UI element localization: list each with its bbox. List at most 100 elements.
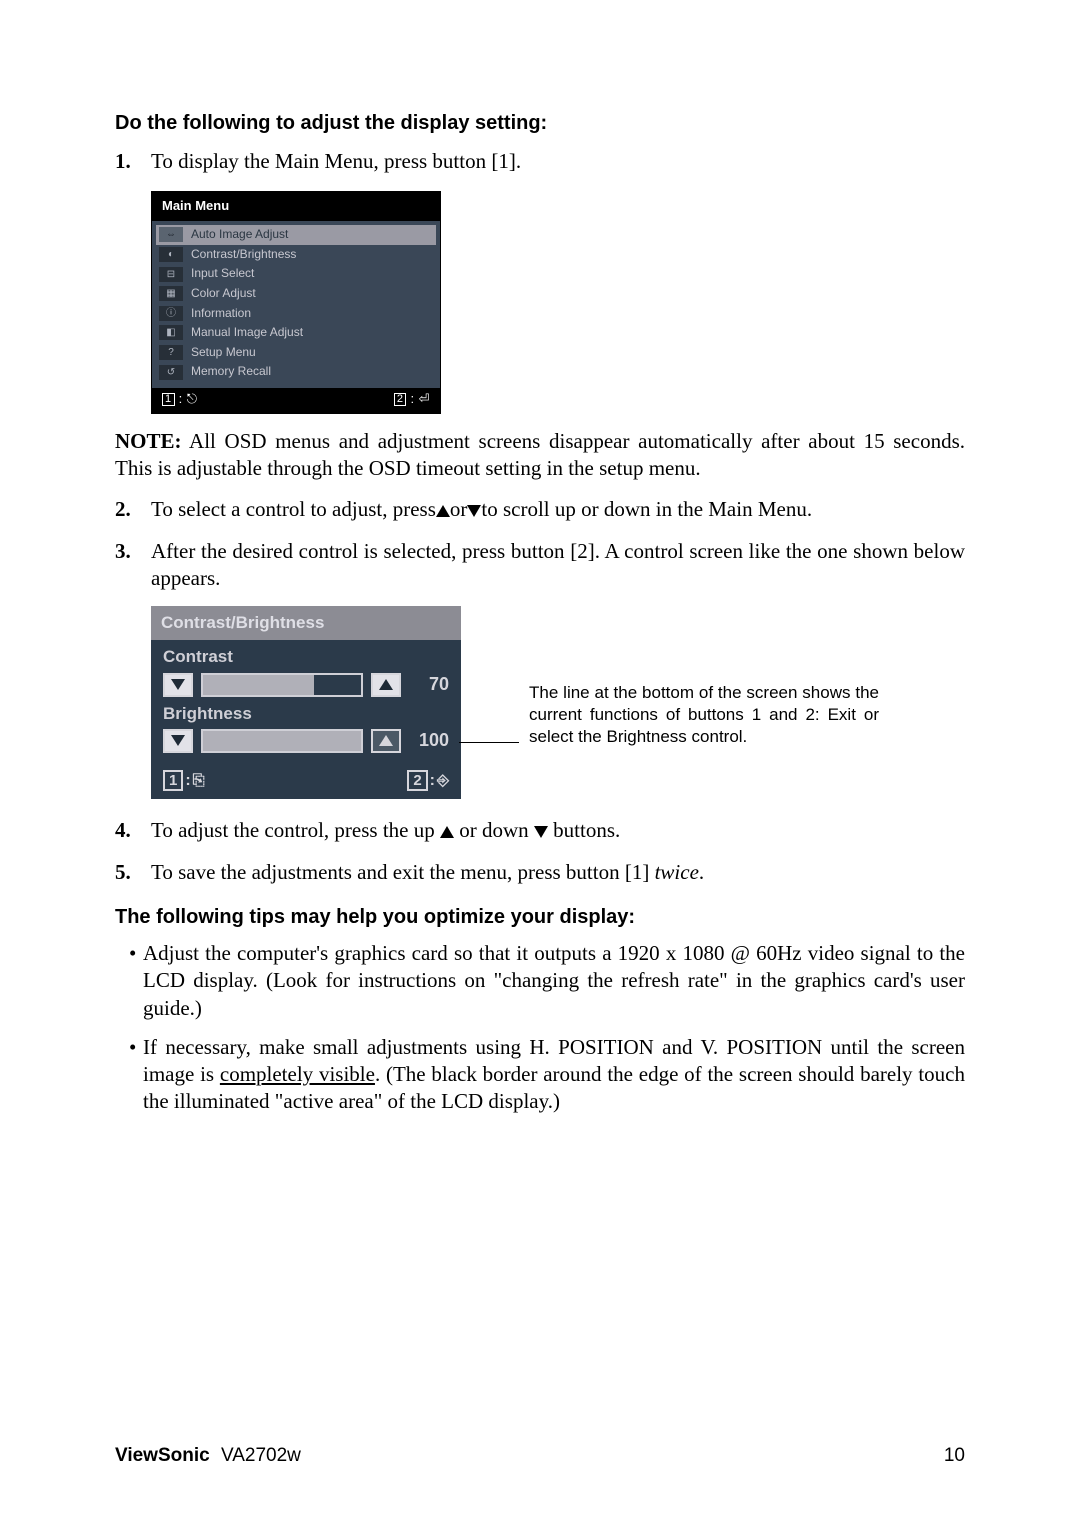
main-menu-title: Main Menu bbox=[152, 192, 440, 221]
step-1-text: To display the Main Menu, press button [… bbox=[151, 148, 965, 175]
page-footer: ViewSonic VA2702w 10 bbox=[115, 1445, 965, 1467]
info-icon: ⓘ bbox=[159, 306, 183, 321]
step-2-mid: or bbox=[450, 497, 468, 521]
bullet-icon: • bbox=[115, 1034, 143, 1116]
step-4-mid: or down bbox=[454, 818, 534, 842]
contrast-icon: ◐ bbox=[159, 247, 183, 262]
step-4-post: buttons. bbox=[548, 818, 620, 842]
footer-key-1: 1: ⎋ bbox=[162, 391, 198, 408]
step-5: 5. To save the adjustments and exit the … bbox=[115, 859, 965, 886]
input-icon: ⊟ bbox=[159, 267, 183, 282]
footer-brand: ViewSonic bbox=[115, 1445, 210, 1466]
step-5-pre: To save the adjustments and exit the men… bbox=[151, 860, 655, 884]
menu-item-label: Manual Image Adjust bbox=[191, 325, 303, 341]
brightness-up-button bbox=[371, 729, 401, 753]
cb-footer-num-1: 1 bbox=[163, 770, 183, 791]
step-2-num: 2. bbox=[115, 496, 151, 523]
contrast-brightness-figure: Contrast/Brightness Contrast 70 Brightne… bbox=[151, 606, 965, 799]
step-3-text: After the desired control is selected, p… bbox=[151, 538, 965, 593]
note-label: NOTE: bbox=[115, 429, 182, 453]
callout-text: The line at the bottom of the screen sho… bbox=[529, 682, 879, 748]
tip-2: • If necessary, make small adjustments u… bbox=[115, 1034, 965, 1116]
step-5-num: 5. bbox=[115, 859, 151, 886]
step-5-post: . bbox=[699, 860, 704, 884]
step-2-text: To select a control to adjust, press orto… bbox=[151, 496, 965, 523]
contrast-bar bbox=[201, 673, 363, 697]
menu-item-label: Information bbox=[191, 306, 251, 322]
brightness-bar bbox=[201, 729, 363, 753]
exit-icon: ⎋ bbox=[187, 391, 198, 408]
down-arrow-icon bbox=[467, 505, 481, 517]
cb-footer-2: 2:⎆ bbox=[407, 771, 449, 792]
contrast-up-button bbox=[371, 673, 401, 697]
cb-title: Contrast/Brightness bbox=[151, 606, 461, 640]
menu-item-label: Auto Image Adjust bbox=[191, 227, 288, 243]
step-1-num: 1. bbox=[115, 148, 151, 175]
step-2: 2. To select a control to adjust, press o… bbox=[115, 496, 965, 523]
contrast-label: Contrast bbox=[163, 646, 449, 668]
page-number: 10 bbox=[944, 1445, 965, 1467]
tip-1: • Adjust the computer's graphics card so… bbox=[115, 940, 965, 1022]
footer-model: VA2702w bbox=[221, 1445, 301, 1466]
heading-tips: The following tips may help you optimize… bbox=[115, 904, 965, 930]
step-5-italic: twice bbox=[655, 860, 699, 884]
bullet-icon: • bbox=[115, 940, 143, 1022]
menu-item-label: Memory Recall bbox=[191, 364, 271, 380]
step-2-post: to scroll up or down in the Main Menu. bbox=[481, 497, 812, 521]
step-4-pre: To adjust the control, press the up bbox=[151, 818, 440, 842]
note-block: NOTE: All OSD menus and adjustment scree… bbox=[115, 428, 965, 483]
brightness-down-button bbox=[163, 729, 193, 753]
cb-footer-1: 1:⎘ bbox=[163, 771, 205, 792]
manual-icon: ◧ bbox=[159, 325, 183, 340]
footer-num-1: 1 bbox=[162, 393, 175, 406]
auto-image-icon: ⇔ bbox=[159, 227, 183, 242]
cb-footer: 1:⎘ 2:⎆ bbox=[151, 767, 461, 800]
down-arrow-icon bbox=[534, 826, 548, 838]
menu-item-input-select: ⊟ Input Select bbox=[156, 264, 436, 284]
brightness-label: Brightness bbox=[163, 703, 449, 725]
footer-key-2: 2: ⏎ bbox=[394, 391, 430, 408]
tip-1-text: Adjust the computer's graphics card so t… bbox=[143, 940, 965, 1022]
step-4: 4. To adjust the control, press the up o… bbox=[115, 817, 965, 844]
menu-item-manual-image-adjust: ◧ Manual Image Adjust bbox=[156, 323, 436, 343]
step-3-num: 3. bbox=[115, 538, 151, 593]
footer-num-2: 2 bbox=[394, 393, 407, 406]
menu-item-contrast-brightness: ◐ Contrast/Brightness bbox=[156, 245, 436, 265]
step-1: 1. To display the Main Menu, press butto… bbox=[115, 148, 965, 175]
main-menu-body: ⇔ Auto Image Adjust ◐ Contrast/Brightnes… bbox=[152, 221, 440, 388]
contrast-value: 70 bbox=[409, 673, 449, 696]
menu-item-label: Color Adjust bbox=[191, 286, 256, 302]
brightness-row: 100 bbox=[163, 729, 449, 753]
menu-item-label: Setup Menu bbox=[191, 345, 256, 361]
main-menu-footer: 1: ⎋ 2: ⏎ bbox=[152, 388, 440, 413]
contrast-down-button bbox=[163, 673, 193, 697]
contrast-brightness-osd: Contrast/Brightness Contrast 70 Brightne… bbox=[151, 606, 461, 799]
heading-adjust-display: Do the following to adjust the display s… bbox=[115, 110, 965, 136]
setup-icon: ? bbox=[159, 345, 183, 360]
step-4-num: 4. bbox=[115, 817, 151, 844]
contrast-row: 70 bbox=[163, 673, 449, 697]
menu-item-label: Contrast/Brightness bbox=[191, 247, 296, 263]
menu-item-information: ⓘ Information bbox=[156, 304, 436, 324]
tip-2-underline: completely visible bbox=[220, 1062, 375, 1086]
menu-item-setup-menu: ? Setup Menu bbox=[156, 343, 436, 363]
menu-item-memory-recall: ↺ Memory Recall bbox=[156, 362, 436, 382]
menu-item-color-adjust: ▦ Color Adjust bbox=[156, 284, 436, 304]
select-icon: ⏎ bbox=[419, 391, 430, 408]
recall-icon: ↺ bbox=[159, 365, 183, 380]
step-4-text: To adjust the control, press the up or d… bbox=[151, 817, 965, 844]
menu-item-label: Input Select bbox=[191, 266, 254, 282]
step-2-pre: To select a control to adjust, press bbox=[151, 497, 436, 521]
note-text: All OSD menus and adjustment screens dis… bbox=[115, 429, 965, 480]
exit-icon: ⎘ bbox=[193, 771, 205, 791]
main-menu-osd: Main Menu ⇔ Auto Image Adjust ◐ Contrast… bbox=[151, 191, 441, 414]
brightness-value: 100 bbox=[409, 729, 449, 752]
cb-footer-num-2: 2 bbox=[407, 770, 427, 791]
tip-2-text: If necessary, make small adjustments usi… bbox=[143, 1034, 965, 1116]
enter-icon: ⎆ bbox=[437, 771, 449, 791]
callout-line bbox=[459, 742, 519, 743]
step-3: 3. After the desired control is selected… bbox=[115, 538, 965, 593]
up-arrow-icon bbox=[440, 826, 454, 838]
step-5-text: To save the adjustments and exit the men… bbox=[151, 859, 965, 886]
up-arrow-icon bbox=[436, 505, 450, 517]
